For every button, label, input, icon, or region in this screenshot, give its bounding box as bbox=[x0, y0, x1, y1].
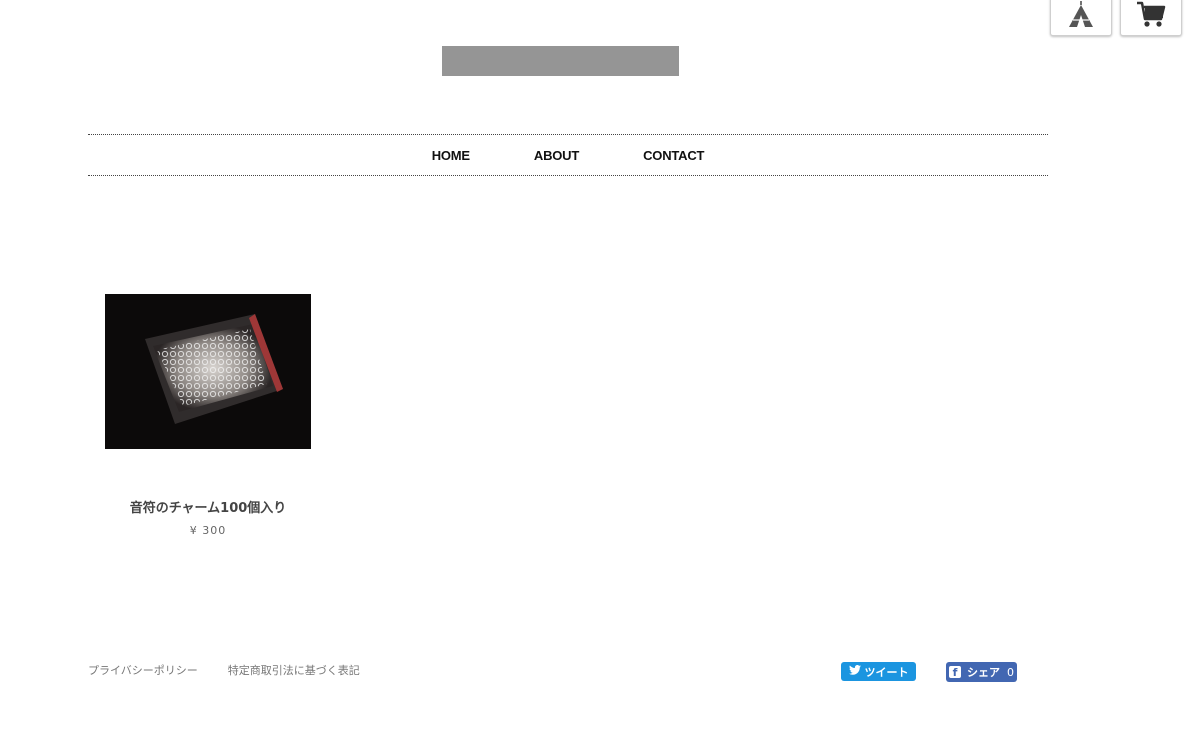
facebook-share-button[interactable]: f シェア 0 bbox=[946, 662, 1017, 682]
product-name[interactable]: 音符のチャーム100個入り bbox=[105, 497, 311, 516]
shopping-cart-icon bbox=[1135, 0, 1167, 33]
tweet-button[interactable]: ツイート bbox=[841, 662, 916, 681]
base-menu-button[interactable] bbox=[1050, 0, 1112, 36]
tent-icon bbox=[1066, 0, 1096, 33]
commerce-law-link[interactable]: 特定商取引法に基づく表記 bbox=[228, 662, 360, 678]
nav-home[interactable]: HOME bbox=[432, 148, 470, 163]
product-card[interactable]: 音符のチャーム100個入り ¥ 300 bbox=[105, 294, 311, 537]
share-count: 0 bbox=[1007, 665, 1014, 679]
product-price: ¥ 300 bbox=[189, 524, 227, 537]
footer-links: プライバシーポリシー 特定商取引法に基づく表記 bbox=[88, 662, 390, 678]
nav-contact[interactable]: CONTACT bbox=[643, 148, 704, 163]
product-image[interactable] bbox=[105, 294, 311, 449]
main-nav: HOME ABOUT CONTACT bbox=[88, 134, 1048, 176]
privacy-policy-link[interactable]: プライバシーポリシー bbox=[88, 662, 198, 678]
share-label: シェア bbox=[967, 666, 1000, 679]
nav-about[interactable]: ABOUT bbox=[534, 148, 579, 163]
facebook-icon: f bbox=[949, 666, 961, 679]
shop-logo[interactable] bbox=[442, 46, 679, 76]
tweet-label: ツイート bbox=[864, 665, 909, 679]
twitter-bird-icon bbox=[848, 665, 861, 678]
cart-button[interactable] bbox=[1120, 0, 1182, 36]
